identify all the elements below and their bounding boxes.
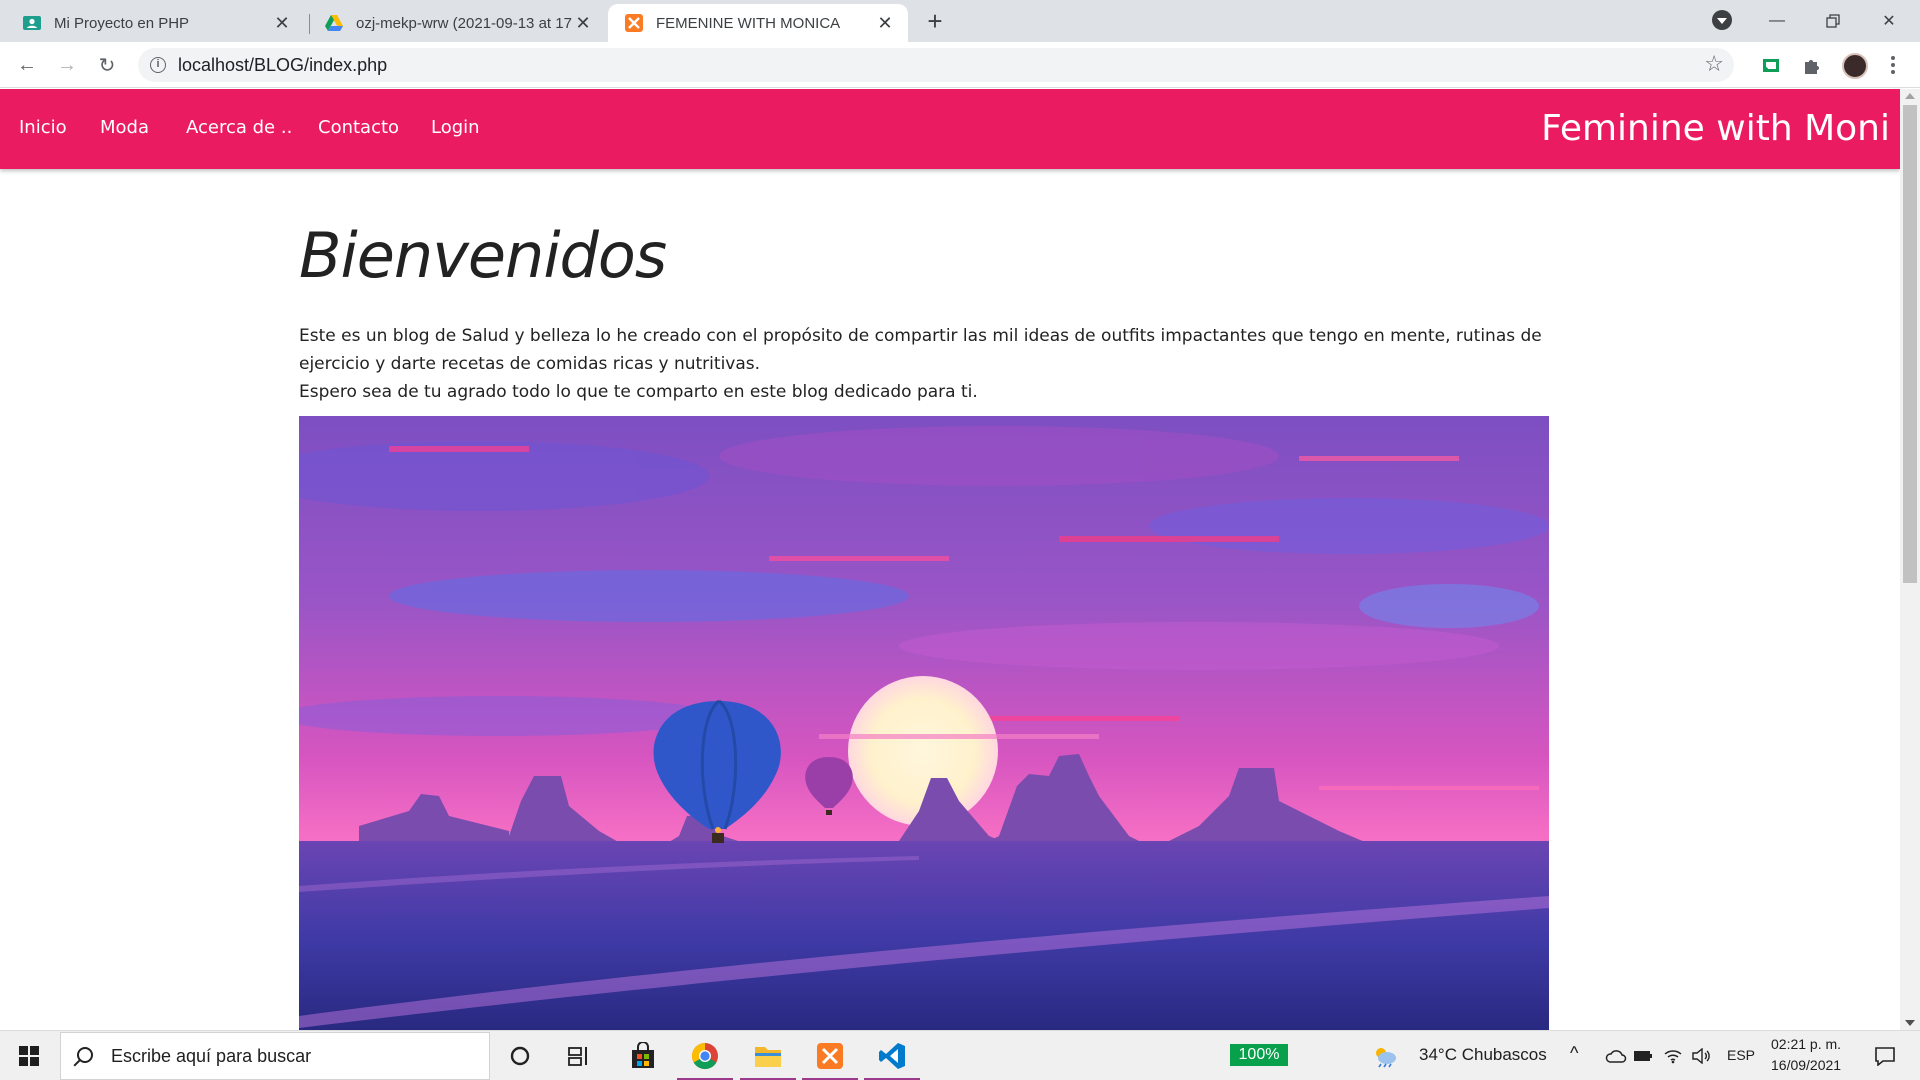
new-tab-button[interactable]: + bbox=[920, 6, 950, 36]
weather-icon[interactable] bbox=[1365, 1031, 1405, 1080]
scroll-up-arrow-icon[interactable] bbox=[1905, 93, 1915, 99]
intro-text: Este es un blog de Salud y belleza lo he… bbox=[299, 326, 1542, 374]
chrome-taskbar-icon[interactable] bbox=[675, 1031, 735, 1080]
site-info-icon[interactable]: i bbox=[150, 57, 166, 73]
restore-icon bbox=[1826, 14, 1840, 28]
windows-taskbar: Escribe aquí para buscar 100% 34°C Chuba… bbox=[0, 1030, 1920, 1080]
windows-logo-icon bbox=[19, 1046, 39, 1066]
notifications-icon[interactable] bbox=[1860, 1031, 1910, 1080]
intro-paragraph: Este es un blog de Salud y belleza lo he… bbox=[299, 322, 1599, 406]
show-hidden-icons-chevron-icon[interactable]: ^ bbox=[1570, 1043, 1578, 1064]
tab-search-icon[interactable] bbox=[1712, 10, 1732, 30]
cast-extension-icon[interactable] bbox=[1759, 54, 1783, 78]
clock-time[interactable]: 02:21 p. m. bbox=[1771, 1036, 1841, 1052]
clock-date[interactable]: 16/09/2021 bbox=[1771, 1057, 1841, 1073]
sunset-balloons-illustration bbox=[299, 416, 1549, 1030]
scrollbar-thumb[interactable] bbox=[1903, 105, 1917, 583]
page-scrollbar[interactable] bbox=[1900, 89, 1920, 1030]
task-view-icon[interactable] bbox=[549, 1031, 609, 1080]
page-viewport: Inicio Moda Acerca de .. Contacto Login … bbox=[0, 89, 1920, 1030]
search-icon bbox=[77, 1047, 93, 1063]
nav-link-contacto[interactable]: Contacto bbox=[318, 117, 399, 138]
cortana-icon[interactable] bbox=[490, 1031, 550, 1080]
url-text[interactable]: localhost/BLOG/index.php bbox=[178, 55, 387, 76]
restore-button[interactable] bbox=[1805, 0, 1861, 42]
classroom-icon bbox=[22, 13, 42, 33]
hero-image bbox=[299, 416, 1549, 1030]
nav-link-login[interactable]: Login bbox=[431, 117, 480, 138]
taskbar-search-placeholder: Escribe aquí para buscar bbox=[111, 1046, 312, 1066]
file-explorer-icon[interactable] bbox=[738, 1031, 798, 1080]
tab-mi-proyecto[interactable]: Mi Proyecto en PHP ✕ bbox=[0, 4, 305, 42]
forward-arrow-icon[interactable]: → bbox=[52, 50, 82, 80]
back-arrow-icon[interactable]: ← bbox=[12, 50, 42, 80]
battery-icon[interactable] bbox=[1626, 1031, 1660, 1080]
tab-femenine-monica[interactable]: FEMENINE WITH MONICA ✕ bbox=[608, 4, 908, 42]
browser-toolbar: ← → ↻ i localhost/BLOG/index.php ☆ bbox=[0, 42, 1920, 88]
extensions-puzzle-icon[interactable] bbox=[1800, 54, 1824, 78]
close-window-button[interactable]: ✕ bbox=[1861, 0, 1917, 42]
profile-avatar[interactable] bbox=[1842, 53, 1868, 79]
nav-link-moda[interactable]: Moda bbox=[100, 117, 149, 138]
xampp-icon bbox=[624, 13, 644, 33]
xampp-taskbar-icon[interactable] bbox=[800, 1031, 860, 1080]
tab-strip: Mi Proyecto en PHP ✕ ozj-mekp-wrw (2021-… bbox=[0, 0, 1920, 42]
intro-text-2: Espero sea de tu agrado todo lo que te c… bbox=[299, 382, 978, 402]
nav-link-acerca[interactable]: Acerca de .. bbox=[186, 117, 292, 138]
nav-link-inicio[interactable]: Inicio bbox=[19, 117, 67, 138]
minimize-button[interactable]: — bbox=[1749, 0, 1805, 42]
google-drive-icon bbox=[324, 13, 344, 33]
tab-close-icon[interactable]: ✕ bbox=[572, 12, 594, 34]
tab-drive-video[interactable]: ozj-mekp-wrw (2021-09-13 at 17 ✕ bbox=[310, 4, 606, 42]
taskbar-search-box[interactable]: Escribe aquí para buscar bbox=[60, 1032, 490, 1080]
tab-close-icon[interactable]: ✕ bbox=[874, 12, 896, 34]
bookmark-star-icon[interactable]: ☆ bbox=[1704, 51, 1724, 77]
page-title: Bienvenidos bbox=[299, 219, 667, 292]
input-language[interactable]: ESP bbox=[1727, 1047, 1755, 1063]
vscode-taskbar-icon[interactable] bbox=[862, 1031, 922, 1080]
reload-icon[interactable]: ↻ bbox=[92, 50, 122, 80]
microsoft-store-icon[interactable] bbox=[613, 1031, 673, 1080]
site-navbar: Inicio Moda Acerca de .. Contacto Login … bbox=[0, 89, 1900, 169]
scroll-down-arrow-icon[interactable] bbox=[1905, 1020, 1915, 1026]
site-brand[interactable]: Feminine with Moni bbox=[1541, 108, 1890, 149]
weather-text[interactable]: 34°C Chubascos bbox=[1419, 1045, 1547, 1065]
start-button[interactable] bbox=[0, 1031, 58, 1080]
browser-menu-icon[interactable] bbox=[1888, 54, 1898, 76]
tab-close-icon[interactable]: ✕ bbox=[271, 12, 293, 34]
battery-percentage[interactable]: 100% bbox=[1230, 1044, 1288, 1066]
address-bar[interactable]: i localhost/BLOG/index.php ☆ bbox=[138, 48, 1734, 82]
main-content: Bienvenidos Este es un blog de Salud y b… bbox=[299, 219, 1599, 406]
volume-icon[interactable] bbox=[1684, 1031, 1718, 1080]
